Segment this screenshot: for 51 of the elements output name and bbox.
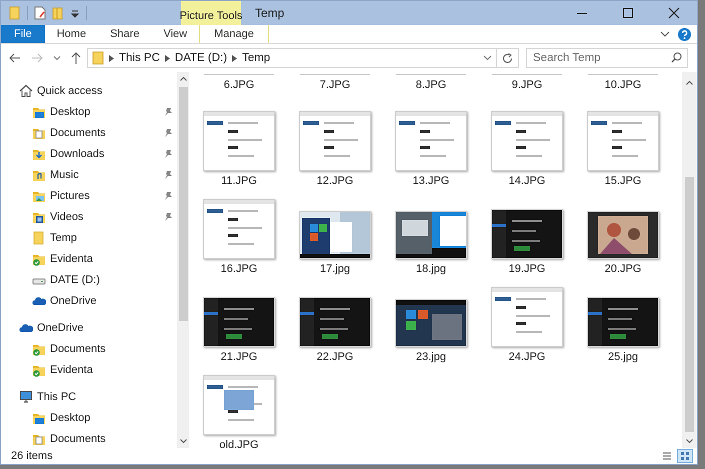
search-field[interactable]: Search Temp	[526, 48, 688, 68]
nav-item[interactable]: Pictures	[50, 190, 90, 202]
file-name[interactable]: old.JPG	[219, 439, 259, 451]
ribbon-tab[interactable]: Home	[44, 25, 98, 43]
nav-item[interactable]: Documents	[50, 342, 106, 354]
breadcrumb[interactable]: This PC	[119, 52, 160, 64]
ribbon-tab[interactable]: Manage	[199, 25, 269, 43]
file-name[interactable]: 9.JPG	[512, 79, 542, 91]
file-name[interactable]: 19.JPG	[508, 263, 546, 275]
file-name[interactable]: 10.JPG	[604, 79, 642, 91]
file-name[interactable]: 12.JPG	[316, 175, 354, 187]
nav-item[interactable]: Temp	[50, 232, 77, 244]
nav-section[interactable]: Quick access	[37, 84, 102, 96]
nav-item[interactable]: Evidenta	[50, 252, 93, 264]
nav-item[interactable]: Evidenta	[50, 364, 93, 376]
file-name[interactable]: 13.JPG	[412, 175, 450, 187]
context-tab-group-label: Picture Tools	[181, 1, 241, 25]
nav-item[interactable]: Downloads	[50, 148, 104, 160]
window-title: Temp	[255, 6, 284, 20]
file-name[interactable]: 8.JPG	[416, 79, 446, 91]
file-name[interactable]: 21.JPG	[220, 351, 258, 363]
breadcrumb[interactable]: DATE (D:)	[174, 52, 228, 64]
file-name[interactable]: 20.JPG	[604, 263, 642, 275]
breadcrumb[interactable]: Temp	[242, 52, 270, 64]
file-name[interactable]: 16.JPG	[220, 263, 258, 275]
nav-item[interactable]: OneDrive	[50, 294, 96, 306]
file-name[interactable]: 24.JPG	[508, 351, 546, 363]
nav-item[interactable]: Videos	[50, 210, 84, 222]
ribbon-tab[interactable]: Share	[98, 25, 152, 43]
file-name[interactable]: 7.JPG	[320, 79, 350, 91]
nav-item[interactable]: DATE (D:)	[50, 274, 100, 286]
item-count: 26 items	[11, 450, 53, 462]
nav-item[interactable]: Documents	[50, 432, 106, 444]
ribbon-tab[interactable]: View	[151, 25, 200, 43]
file-name[interactable]: 6.JPG	[224, 79, 254, 91]
file-name[interactable]: 17.jpg	[320, 263, 350, 275]
file-name[interactable]: 15.JPG	[604, 175, 642, 187]
file-name[interactable]: 25.jpg	[608, 351, 638, 363]
file-name[interactable]: 11.JPG	[221, 175, 257, 187]
file-name[interactable]: 18.jpg	[416, 263, 446, 275]
file-name[interactable]: 23.jpg	[416, 351, 446, 363]
file-name[interactable]: 14.JPG	[508, 175, 546, 187]
file-name[interactable]: 22.JPG	[316, 351, 354, 363]
file-menu-button[interactable]: File	[1, 25, 45, 43]
nav-section[interactable]: OneDrive	[37, 322, 84, 334]
nav-item[interactable]: Documents	[50, 126, 106, 138]
address-bar[interactable]: This PC DATE (D:) Temp	[87, 48, 497, 68]
nav-item[interactable]: Desktop	[50, 106, 90, 118]
nav-item[interactable]: Music	[50, 168, 79, 180]
nav-section[interactable]: This PC	[37, 390, 76, 402]
nav-item[interactable]: Desktop	[50, 412, 90, 424]
